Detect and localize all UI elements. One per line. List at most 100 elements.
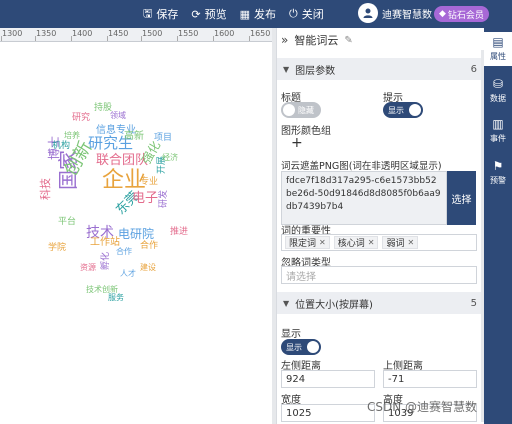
tag-label: 弱词	[386, 239, 405, 249]
toggle-knob	[283, 104, 295, 116]
event-icon: ▥	[492, 117, 504, 131]
horizontal-ruler: 1300 1350 1400 1450 1500 1550 1600 1650	[0, 28, 272, 42]
sidebar-label: 事件	[490, 134, 506, 143]
word-cloud-word: 研发	[159, 189, 169, 208]
ignore-select[interactable]: 请选择	[281, 266, 477, 284]
sidebar-item-properties[interactable]: ▤ 属性	[484, 32, 512, 66]
panel-header: » 智能词云 ✎	[277, 28, 485, 52]
data-icon: ⛁	[492, 77, 504, 91]
top-actions: 🖫 保存 ⟳ 预览 ▦ 发布 ⏻ 关闭	[143, 0, 337, 28]
tag-label: 核心词	[337, 239, 365, 249]
ruler-tick	[71, 36, 72, 41]
vip-badge[interactable]: ◆ 钻石会员	[434, 6, 489, 22]
edit-icon[interactable]: ✎	[344, 35, 352, 46]
section-count: 6	[470, 63, 477, 75]
mask-label: 词云遮盖PNG图(词在非透明区域显示)	[281, 161, 442, 172]
properties-icon: ▤	[492, 35, 504, 49]
ruler-tick	[177, 36, 178, 41]
close-icon[interactable]: ✕	[319, 238, 326, 247]
importance-select[interactable]: 限定词 ✕ 核心词 ✕ 弱词 ✕	[281, 234, 477, 251]
word-cloud-word: 平台	[58, 217, 77, 227]
add-color-icon[interactable]: +	[291, 135, 303, 151]
word-cloud[interactable]: 企业 国家 研究生 创新 联合团队 技术 电研院 东莞 电子 强化 工作站 博士 信息专业 持股 科技 机构合…	[0, 42, 272, 424]
sidebar-item-data[interactable]: ⛁ 数据	[484, 74, 512, 108]
color-group-label: 图形颜色组	[281, 126, 331, 137]
select-button[interactable]: 选择	[447, 171, 476, 225]
word-cloud-word: 学院	[48, 243, 67, 253]
top-bar: 🖫 保存 ⟳ 预览 ▦ 发布 ⏻ 关闭 迪赛智慧数 ◆ 钻石会员	[0, 0, 512, 28]
sidebar-label: 属性	[490, 52, 506, 61]
panel-title: 智能词云	[294, 34, 339, 47]
toggle-knob	[409, 104, 421, 116]
width-input[interactable]: 1025	[281, 404, 375, 422]
show-label: 显示	[281, 329, 301, 340]
word-cloud-word: 培养	[64, 131, 80, 140]
mask-image-field[interactable]: fdce7f18d317a295-c6e1573bb52be26d-50d918…	[281, 171, 447, 225]
word-cloud-word: 推进	[170, 227, 189, 237]
section-count: 5	[470, 297, 477, 309]
design-canvas[interactable]: 企业 国家 研究生 创新 联合团队 技术 电研院 东莞 电子 强化 工作站 博士 信息专业 持股 科技 机构合…	[0, 42, 272, 424]
ruler-tick-label: 1350	[36, 29, 57, 38]
word-cloud-word: 高新	[124, 131, 144, 142]
ruler-tick	[249, 36, 250, 41]
close-icon[interactable]: ✕	[368, 238, 375, 247]
section-position-size[interactable]: ▼ 位置大小(按屏幕) 5	[277, 292, 485, 314]
show-toggle[interactable]: 显示	[281, 339, 321, 355]
importance-tag: 限定词 ✕	[285, 236, 330, 249]
publish-label: 发布	[254, 8, 276, 21]
word-cloud-word: 电研院	[118, 227, 155, 241]
section-title: 位置大小(按屏幕)	[295, 299, 373, 311]
top-distance-input[interactable]: -71	[383, 370, 477, 388]
ruler-tick-label: 1300	[2, 29, 23, 38]
publish-button[interactable]: ▦ 发布	[240, 6, 276, 22]
word-cloud-word: 建设	[140, 263, 156, 272]
sidebar-label: 数据	[490, 94, 506, 103]
close-button[interactable]: ⏻ 关闭	[289, 6, 324, 22]
word-cloud-word: 服务	[108, 293, 124, 302]
word-cloud-word: 资源	[80, 263, 96, 272]
user-menu[interactable]: 迪赛智慧数	[358, 3, 432, 23]
ruler-tick-label: 1650	[250, 29, 271, 38]
save-label: 保存	[156, 8, 179, 21]
ruler-tick-label: 1400	[72, 29, 93, 38]
collapse-icon[interactable]: »	[281, 33, 288, 47]
section-title: 图层参数	[295, 65, 336, 77]
word-cloud-word: 合作	[140, 241, 159, 251]
save-button[interactable]: 🖫 保存	[143, 5, 178, 24]
vip-label: 钻石会员	[447, 10, 484, 21]
word-cloud-word: 项目	[154, 133, 173, 143]
user-icon	[363, 8, 373, 18]
toggle-text: 显示	[286, 342, 302, 352]
toggle-text: 隐藏	[298, 105, 314, 115]
toggle-text: 显示	[388, 105, 404, 115]
left-distance-input[interactable]: 924	[281, 370, 375, 388]
word-cloud-word: 孵化	[101, 251, 111, 270]
tag-label: 限定词	[289, 239, 317, 249]
section-layer-params[interactable]: ▼ 图层参数 6	[277, 58, 485, 80]
sidebar-item-alerts[interactable]: ⚑ 预警	[484, 156, 512, 190]
preview-icon: ⟳	[191, 7, 201, 21]
sidebar-label: 预警	[490, 176, 506, 185]
close-icon[interactable]: ✕	[407, 238, 414, 247]
right-sidebar: ▤ 属性 ⛁ 数据 ▥ 事件 ⚑ 预警	[484, 28, 512, 424]
ruler-tick-label: 1550	[178, 29, 199, 38]
hint-toggle[interactable]: 显示	[383, 102, 423, 118]
word-cloud-word: 电子	[132, 191, 159, 206]
importance-tag: 弱词 ✕	[382, 236, 419, 249]
properties-panel: » 智能词云 ✎ ▼ 图层参数 6 标题 隐藏 提示 显示 图形颜色组 + 词云…	[276, 28, 485, 424]
word-cloud-word: 研究	[72, 113, 91, 123]
word-cloud-word: 领域	[110, 111, 126, 120]
avatar	[358, 3, 378, 23]
importance-tag: 核心词 ✕	[333, 236, 379, 249]
ruler-tick	[35, 36, 36, 41]
chevron-down-icon: ▼	[283, 64, 290, 74]
preview-label: 预览	[204, 8, 227, 21]
word-cloud-word: 科技	[39, 178, 52, 200]
preview-button[interactable]: ⟳ 预览	[191, 6, 226, 22]
sidebar-item-events[interactable]: ▥ 事件	[484, 114, 512, 148]
ruler-tick-label: 1450	[108, 29, 129, 38]
word-cloud-word: 专业	[140, 177, 159, 187]
diamond-icon: ◆	[439, 9, 446, 19]
save-icon: 🖫	[143, 6, 153, 20]
title-toggle[interactable]: 隐藏	[281, 102, 321, 118]
